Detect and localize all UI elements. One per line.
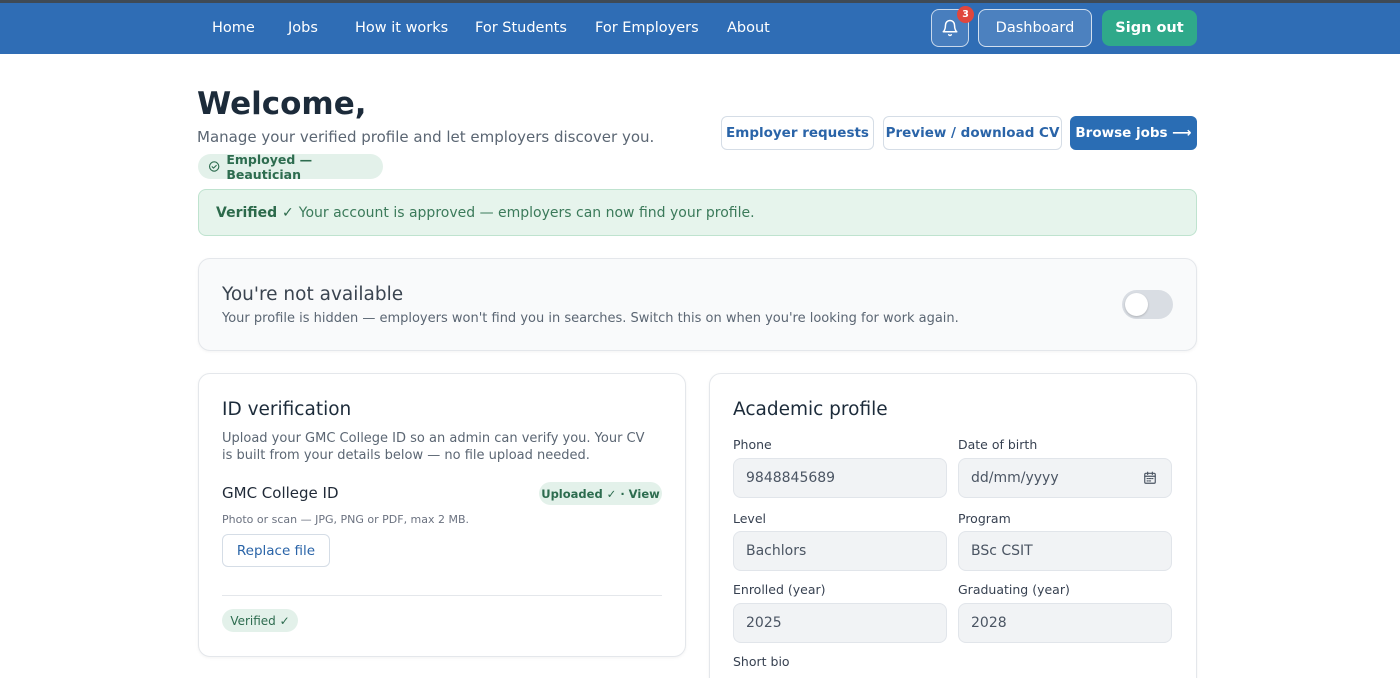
replace-file-button[interactable]: Replace file: [222, 534, 330, 567]
id-verification-card: ID verification Upload your GMC College …: [198, 373, 686, 657]
nav-link-home[interactable]: Home: [212, 20, 255, 36]
graduating-year-label: Graduating (year): [958, 582, 1070, 597]
verified-banner: Verified ✓ Your account is approved — em…: [198, 189, 1197, 236]
file-format-hint: Photo or scan — JPG, PNG or PDF, max 2 M…: [222, 513, 470, 526]
employment-status-text: Employed — Beautician: [226, 151, 313, 182]
page-title: Welcome,: [197, 86, 367, 122]
document-label: GMC College ID: [222, 484, 339, 502]
academic-profile-card: Academic profile Phone 9848845689 Date o…: [709, 373, 1197, 678]
top-navigation-bar: Home Jobs How it works For Students For …: [0, 0, 1400, 54]
banner-message: Your account is approved — employers can…: [298, 204, 755, 221]
banner-strong-text: Verified ✓: [216, 204, 294, 221]
availability-toggle[interactable]: [1122, 290, 1173, 319]
enrolled-year-label: Enrolled (year): [733, 582, 826, 597]
availability-title: You're not available: [222, 284, 404, 305]
date-of-birth-field[interactable]: dd/mm/yyyy: [958, 458, 1172, 498]
level-label: Level: [733, 511, 766, 526]
check-circle-icon: [208, 161, 220, 172]
enrolled-year-field[interactable]: 2025: [733, 603, 947, 643]
availability-description: Your profile is hidden — employers won't…: [222, 311, 959, 326]
preview-download-cv-button[interactable]: Preview / download CV: [883, 116, 1062, 150]
nav-link-jobs[interactable]: Jobs: [288, 20, 318, 36]
short-bio-label: Short bio: [733, 654, 790, 669]
dob-placeholder: dd/mm/yyyy: [971, 470, 1059, 486]
phone-field[interactable]: 9848845689: [733, 458, 947, 498]
nav-link-about[interactable]: About: [727, 20, 770, 36]
id-verification-description: Upload your GMC College ID so an admin c…: [222, 431, 645, 463]
notification-count-badge: 3: [957, 6, 974, 23]
nav-link-for-employers[interactable]: For Employers: [595, 20, 699, 36]
nav-link-how-it-works[interactable]: How it works: [355, 20, 448, 36]
dashboard-button[interactable]: Dashboard: [978, 9, 1092, 47]
page-subtitle: Manage your verified profile and let emp…: [197, 128, 655, 146]
id-verification-title: ID verification: [222, 399, 352, 420]
graduating-year-field[interactable]: 2028: [958, 603, 1172, 643]
availability-card: You're not available Your profile is hid…: [198, 258, 1197, 351]
divider: [222, 595, 662, 596]
calendar-icon[interactable]: [1143, 471, 1157, 485]
browse-jobs-button[interactable]: Browse jobs ⟶: [1070, 116, 1197, 150]
employment-status-badge: Employed — Beautician: [198, 151, 383, 182]
toggle-knob: [1125, 293, 1148, 316]
uploaded-view-link[interactable]: Uploaded ✓ · View: [539, 482, 662, 505]
employer-requests-button[interactable]: Employer requests: [721, 116, 874, 150]
program-field[interactable]: BSc CSIT: [958, 531, 1172, 571]
nav-link-for-students[interactable]: For Students: [475, 20, 567, 36]
academic-profile-title: Academic profile: [733, 399, 888, 420]
sign-out-button[interactable]: Sign out: [1102, 10, 1197, 46]
dob-label: Date of birth: [958, 437, 1038, 452]
bell-icon: [942, 19, 958, 37]
phone-label: Phone: [733, 437, 772, 452]
verified-status-badge: Verified ✓: [222, 609, 298, 632]
program-label: Program: [958, 511, 1011, 526]
level-field[interactable]: Bachlors: [733, 531, 947, 571]
